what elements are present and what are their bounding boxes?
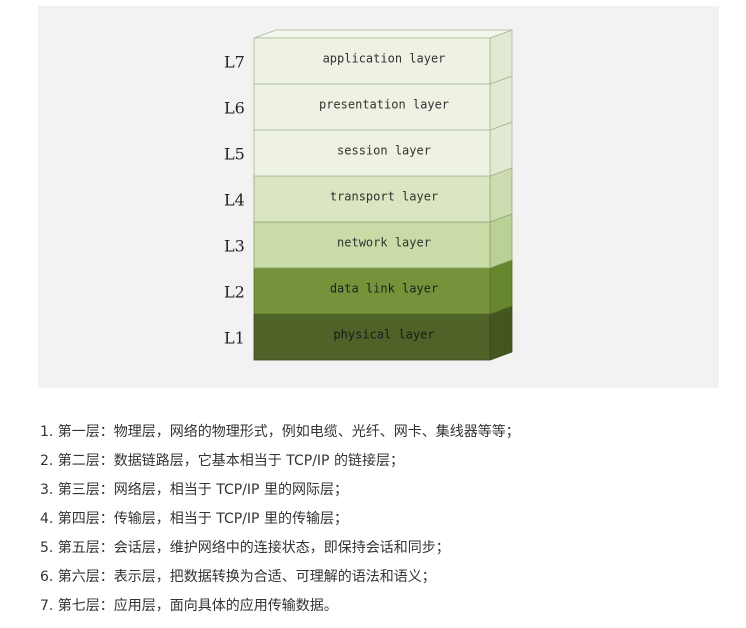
layer-code-l4: L4 <box>224 191 245 210</box>
layer-code-l6: L6 <box>224 99 245 118</box>
layer-code-l1: L1 <box>224 329 245 348</box>
layer-top-face <box>253 29 513 39</box>
layer-side-face <box>489 305 513 361</box>
layer-code-l2: L2 <box>224 283 245 302</box>
layer-name-l1: physical layer <box>333 328 434 342</box>
note-layer-1: 1. 第一层：物理层，网络的物理形式，例如电缆、光纤、网卡、集线器等等； <box>40 424 520 440</box>
layer-code-l7: L7 <box>224 53 245 72</box>
layer-name-l6: presentation layer <box>319 98 449 112</box>
note-layer-5: 5. 第五层：会话层，维护网络中的连接状态，即保持会话和同步； <box>40 540 450 556</box>
layer-side-face <box>489 29 513 85</box>
layer-side-face <box>489 167 513 223</box>
osi-layer-stack: physical layer L1 data link layer L2 network… <box>224 29 513 361</box>
layer-name-l7: application layer <box>323 52 446 66</box>
layer-side-face <box>489 213 513 269</box>
layer-code-l5: L5 <box>224 145 245 164</box>
note-layer-4: 4. 第四层：传输层，相当于 TCP/IP 里的传输层； <box>40 511 348 527</box>
note-layer-6: 6. 第六层：表示层，把数据转换为合适、可理解的语法和语义； <box>40 569 436 585</box>
layer-name-l3: network layer <box>337 236 431 250</box>
layer-block-l7: application layer L7 <box>224 29 513 85</box>
layer-name-l5: session layer <box>337 144 431 158</box>
layer-description-list: 1. 第一层：物理层，网络的物理形式，例如电缆、光纤、网卡、集线器等等； 2. … <box>40 418 730 621</box>
note-layer-2: 2. 第二层：数据链路层，它基本相当于 TCP/IP 的链接层； <box>40 453 404 469</box>
layer-code-l3: L3 <box>224 237 245 256</box>
layer-name-l4: transport layer <box>330 190 438 204</box>
note-layer-3: 3. 第三层：网络层，相当于 TCP/IP 里的网际层； <box>40 482 348 498</box>
layer-side-face <box>489 75 513 131</box>
layer-side-face <box>489 259 513 315</box>
osi-diagram-panel: physical layer L1 data link layer L2 network… <box>38 6 719 388</box>
layer-name-l2: data link layer <box>330 282 438 296</box>
layer-side-face <box>489 121 513 177</box>
note-layer-7: 7. 第七层：应用层，面向具体的应用传输数据。 <box>40 598 338 614</box>
